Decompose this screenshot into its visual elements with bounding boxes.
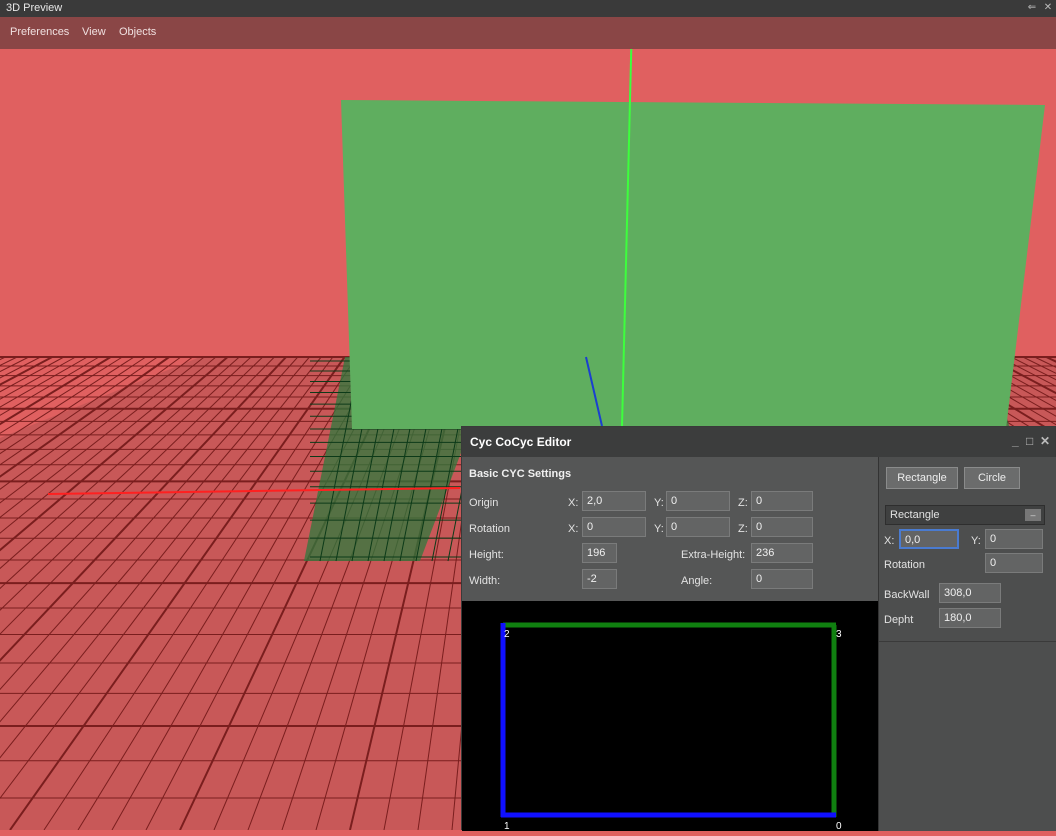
- rotation-label: Rotation: [469, 523, 510, 535]
- height-field[interactable]: 196: [582, 543, 617, 563]
- shape-select-value: Rectangle: [890, 509, 940, 521]
- shape-side-panel: Rectangle Circle Rectangle – X: 0,0 Y: 0…: [878, 457, 1056, 831]
- origin-x-field[interactable]: 2,0: [582, 491, 646, 511]
- extra-height-label: Extra-Height:: [681, 549, 746, 561]
- maximize-icon[interactable]: □: [1026, 434, 1033, 448]
- rotation-z-field[interactable]: 0: [751, 517, 813, 537]
- height-label: Height:: [469, 549, 504, 561]
- circle-button[interactable]: Circle: [964, 467, 1020, 489]
- depth-field[interactable]: 180,0: [939, 608, 1001, 628]
- origin-y-label: Y:: [654, 497, 664, 509]
- angle-field[interactable]: 0: [751, 569, 813, 589]
- shape-rotation-label: Rotation: [884, 559, 925, 571]
- window-title: 3D Preview: [6, 2, 63, 14]
- angle-label: Angle:: [681, 575, 713, 587]
- corner-label: 3: [836, 629, 842, 640]
- shape-x-field[interactable]: 0,0: [899, 529, 959, 549]
- close-icon[interactable]: ✕: [1042, 2, 1054, 14]
- restore-icon[interactable]: ⇐: [1026, 2, 1038, 14]
- close-icon[interactable]: ✕: [1040, 434, 1050, 448]
- cyc-wall: [341, 100, 1045, 429]
- origin-z-label: Z:: [738, 497, 748, 509]
- menu-preferences[interactable]: Preferences: [10, 26, 69, 38]
- origin-y-field[interactable]: 0: [666, 491, 730, 511]
- width-field[interactable]: -2: [582, 569, 617, 589]
- window-titlebar: 3D Preview ⇐ ✕: [0, 0, 1056, 17]
- rotation-z-label: Z:: [738, 523, 748, 535]
- width-label: Width:: [469, 575, 501, 587]
- backwall-label: BackWall: [884, 589, 930, 601]
- minimize-icon[interactable]: _: [1012, 434, 1019, 448]
- origin-x-label: X:: [568, 497, 579, 509]
- menu-objects[interactable]: Objects: [119, 26, 156, 38]
- menu-view[interactable]: View: [82, 26, 106, 38]
- depth-label: Depht: [884, 614, 914, 626]
- cyc-editor-window: Cyc CoCyc Editor _ □ ✕ Basic CYC Setting…: [461, 426, 1056, 832]
- editor-titlebar: Cyc CoCyc Editor _ □ ✕: [462, 427, 1055, 457]
- rotation-y-field[interactable]: 0: [666, 517, 730, 537]
- dropdown-icon[interactable]: –: [1025, 509, 1041, 521]
- rotation-y-label: Y:: [654, 523, 664, 535]
- cyc-shape-canvas[interactable]: 2 3 1 0: [462, 601, 878, 832]
- editor-title: Cyc CoCyc Editor: [470, 435, 572, 449]
- shape-x-label: X:: [884, 535, 895, 547]
- origin-z-field[interactable]: 0: [751, 491, 813, 511]
- rectangle-button[interactable]: Rectangle: [886, 467, 958, 489]
- extra-height-field[interactable]: 236: [751, 543, 813, 563]
- panel-divider: [879, 641, 1056, 642]
- shape-y-field[interactable]: 0: [985, 529, 1043, 549]
- backwall-field[interactable]: 308,0: [939, 583, 1001, 603]
- section-title: Basic CYC Settings: [469, 468, 572, 480]
- shape-y-label: Y:: [971, 535, 981, 547]
- shape-rotation-field[interactable]: 0: [985, 553, 1043, 573]
- shape-select[interactable]: Rectangle –: [885, 505, 1045, 525]
- menu-bar: Preferences View Objects: [0, 17, 1056, 49]
- corner-label: 2: [504, 629, 510, 640]
- origin-label: Origin: [469, 497, 499, 509]
- rotation-x-field[interactable]: 0: [582, 517, 646, 537]
- rotation-x-label: X:: [568, 523, 579, 535]
